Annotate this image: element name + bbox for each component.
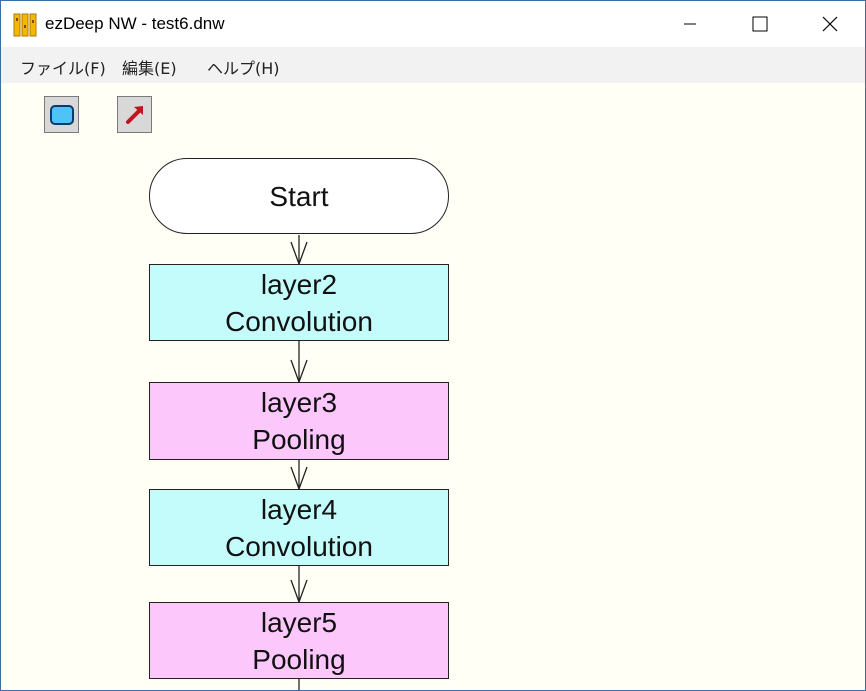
app-icon (13, 13, 37, 37)
minimize-icon (684, 23, 696, 25)
maximize-icon (752, 16, 768, 32)
close-button[interactable] (795, 1, 865, 47)
layer-type: Convolution (225, 530, 373, 562)
layer-name: layer2 (260, 268, 338, 300)
layer-name: layer4 (260, 493, 338, 525)
layer-type: Convolution (225, 305, 373, 337)
menu-edit[interactable]: 編集(E) (122, 55, 177, 79)
layer-node-convolution[interactable]: layer4 Convolution (149, 489, 449, 566)
start-label: Start (269, 180, 329, 212)
menu-help[interactable]: ヘルプ(H) (207, 55, 280, 79)
connector-arrow (290, 235, 308, 266)
title-bar[interactable]: ezDeep NW - test6.dnw (1, 1, 865, 47)
layer-node-convolution[interactable]: layer2 Convolution (149, 264, 449, 341)
menu-file[interactable]: ファイル(F) (20, 55, 106, 79)
start-node[interactable]: Start (149, 158, 449, 234)
connector-arrow (290, 460, 308, 491)
connector-arrow (290, 341, 308, 384)
app-window: ezDeep NW - test6.dnw ファイル(F) 編集(E) ヘルプ(… (0, 0, 866, 691)
layer-node-pooling[interactable]: layer3 Pooling (149, 382, 449, 460)
maximize-button[interactable] (725, 1, 795, 47)
minimize-button[interactable] (655, 1, 725, 47)
menu-bar: ファイル(F) 編集(E) ヘルプ(H) (1, 47, 865, 83)
layer-type: Pooling (252, 424, 346, 455)
connector-arrow (290, 566, 308, 604)
layer-name: layer5 (260, 606, 338, 638)
layer-node-pooling[interactable]: layer5 Pooling (149, 602, 449, 679)
layer-type: Pooling (252, 643, 346, 675)
layer-name: layer3 (260, 387, 338, 418)
window-title: ezDeep NW - test6.dnw (45, 14, 225, 33)
close-icon (822, 16, 838, 32)
flowchart-canvas[interactable]: Start layer2 Convolution layer3 Pooling … (1, 83, 865, 690)
